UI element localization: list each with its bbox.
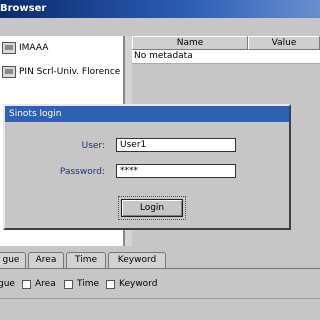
tab-bar: gue Area Time Keyword (0, 252, 320, 268)
status-divider (0, 298, 320, 299)
tree-item-label: IMAAA (19, 43, 49, 53)
checkbox-area[interactable]: Area (22, 278, 56, 290)
user-label: User: (81, 141, 105, 151)
password-field[interactable]: **** (116, 164, 236, 178)
checkbox-label: Time (77, 279, 100, 289)
checkbox-label: Area (35, 279, 56, 289)
login-button[interactable]: Login (121, 199, 183, 217)
login-dialog: Sinots login User: User1 Password: **** … (3, 104, 291, 230)
tree-item[interactable]: PIN Scrl-Univ. Florence (2, 64, 120, 80)
tree-item-label: PIN Scrl-Univ. Florence (19, 67, 121, 77)
checkbox-box[interactable] (64, 279, 73, 289)
tree-item[interactable]: IMAAA (2, 40, 48, 56)
column-header-value[interactable]: Value (248, 36, 320, 50)
dialog-title: Sinots login (5, 106, 289, 122)
checkbox-label: gue (0, 279, 15, 289)
tab-keyword[interactable]: Keyword (108, 252, 166, 268)
main-title-bar: Browser (0, 0, 320, 18)
checkbox-catalogue[interactable]: gue (0, 278, 15, 290)
checkbox-time[interactable]: Time (64, 278, 99, 290)
checkbox-box[interactable] (22, 279, 31, 289)
checkbox-keyword[interactable]: Keyword (106, 278, 157, 290)
user-field[interactable]: User1 (116, 138, 236, 152)
window-title: Browser (0, 3, 47, 14)
checkbox-label: Keyword (119, 279, 158, 289)
tab-area[interactable]: Area (28, 252, 64, 268)
server-icon (2, 42, 16, 54)
tab-time[interactable]: Time (66, 252, 106, 268)
column-header-name[interactable]: Name (132, 36, 248, 50)
server-icon (2, 66, 16, 78)
checkbox-box[interactable] (106, 279, 115, 289)
tab-catalogue[interactable]: gue (0, 252, 26, 268)
tab-divider (0, 268, 320, 269)
table-row[interactable]: No metadata (132, 50, 320, 64)
table-cell-name: No metadata (134, 51, 193, 61)
password-label: Password: (59, 167, 105, 177)
